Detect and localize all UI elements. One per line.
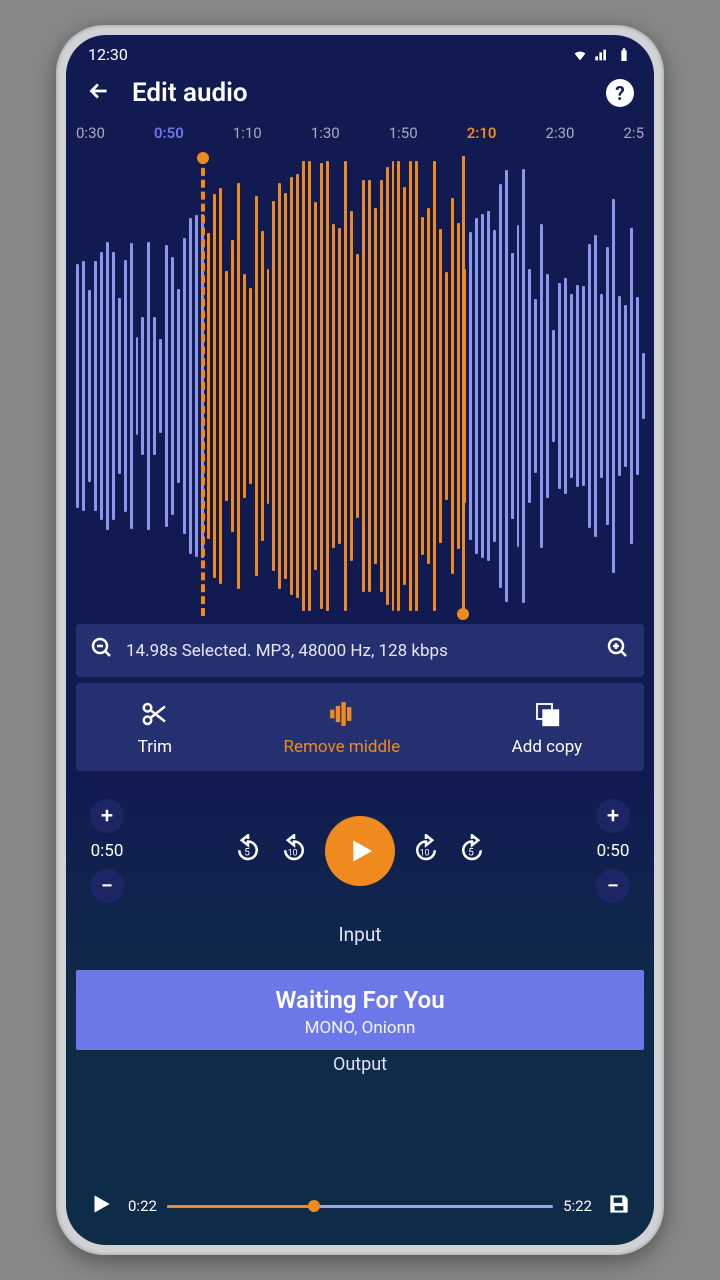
transport-controls: 5 10 10 5 [233, 816, 487, 886]
timeline-tick: 2:30 [546, 124, 575, 142]
output-player-bar: 0:22 5:22 [66, 1181, 654, 1245]
left-minus-button[interactable]: − [90, 869, 124, 903]
output-play-button[interactable] [88, 1191, 114, 1221]
zoom-out-icon [90, 636, 114, 660]
rewind-5-button[interactable]: 5 [233, 834, 263, 868]
save-button[interactable] [606, 1191, 632, 1221]
left-step-time: 0:50 [91, 841, 124, 861]
remove-middle-button[interactable]: Remove middle [284, 699, 401, 757]
page-title: Edit audio [132, 78, 586, 108]
wifi-icon [572, 47, 588, 63]
selection-info-text: 14.98s Selected. MP3, 48000 Hz, 128 kbps [126, 641, 594, 661]
status-clock: 12:30 [88, 45, 128, 64]
timeline-tick: 2:5 [624, 124, 645, 142]
scissors-icon [140, 699, 170, 729]
left-plus-button[interactable]: + [90, 799, 124, 833]
help-icon: ? [615, 82, 624, 105]
selection-start-marker[interactable] [201, 156, 205, 616]
selection-end-marker[interactable] [462, 156, 465, 616]
add-copy-label: Add copy [512, 737, 583, 757]
edit-action-bar: Trim Remove middle Add copy [76, 683, 644, 771]
trim-button[interactable]: Trim [138, 699, 172, 757]
progress-wrap: 0:22 5:22 [128, 1197, 592, 1215]
battery-icon [616, 47, 632, 63]
status-icons [572, 47, 632, 63]
right-step-column: + 0:50 − [596, 799, 630, 903]
timeline-tick: 0:50 [154, 124, 184, 142]
arrow-left-icon [86, 78, 112, 104]
player-controls: + 0:50 − 5 10 10 5 [66, 771, 654, 919]
device-frame: 12:30 Edit audio ? 0:30 0:50 1:10 1:30 1:50 2… [56, 25, 664, 1255]
track-artist: MONO, Onionn [88, 1018, 632, 1038]
play-icon [344, 835, 376, 867]
forward-5-icon: 5 [457, 834, 487, 864]
timeline-tick: 1:10 [233, 124, 262, 142]
help-button[interactable]: ? [606, 79, 634, 107]
right-plus-button[interactable]: + [596, 799, 630, 833]
progress-duration: 5:22 [563, 1197, 592, 1215]
timeline-tick: 2:10 [467, 124, 497, 142]
play-icon [88, 1191, 114, 1217]
app-header: Edit audio ? [66, 70, 654, 120]
progress-current: 0:22 [128, 1197, 157, 1215]
timeline-tick: 1:30 [311, 124, 340, 142]
remove-middle-label: Remove middle [284, 737, 401, 757]
svg-text:5: 5 [244, 847, 250, 858]
waveform-icon [327, 699, 357, 729]
zoom-in-button[interactable] [606, 636, 630, 665]
left-step-column: + 0:50 − [90, 799, 124, 903]
svg-text:5: 5 [468, 847, 474, 858]
status-bar: 12:30 [66, 35, 654, 70]
timeline-tick: 0:30 [76, 124, 105, 142]
rewind-10-icon: 10 [279, 834, 309, 864]
right-minus-button[interactable]: − [596, 869, 630, 903]
zoom-out-button[interactable] [90, 636, 114, 665]
signal-icon [594, 47, 610, 63]
play-button[interactable] [325, 816, 395, 886]
input-label: Input [66, 923, 654, 946]
save-icon [606, 1191, 632, 1217]
waveform-display[interactable] [76, 156, 644, 616]
add-copy-button[interactable]: Add copy [512, 699, 583, 757]
timeline-tick: 1:50 [389, 124, 418, 142]
svg-text:10: 10 [420, 848, 430, 858]
svg-text:10: 10 [288, 848, 298, 858]
right-step-time: 0:50 [597, 841, 630, 861]
zoom-in-icon [606, 636, 630, 660]
forward-10-button[interactable]: 10 [411, 834, 441, 868]
selection-info-bar: 14.98s Selected. MP3, 48000 Hz, 128 kbps [76, 624, 644, 677]
back-button[interactable] [86, 78, 112, 108]
now-playing-card[interactable]: Waiting For You MONO, Onionn [76, 970, 644, 1050]
forward-5-button[interactable]: 5 [457, 834, 487, 868]
copy-icon [532, 699, 562, 729]
rewind-10-button[interactable]: 10 [279, 834, 309, 868]
forward-10-icon: 10 [411, 834, 441, 864]
progress-slider[interactable] [167, 1205, 553, 1208]
output-label: Output [66, 1054, 654, 1075]
rewind-5-icon: 5 [233, 834, 263, 864]
timeline-ticks: 0:30 0:50 1:10 1:30 1:50 2:10 2:30 2:5 [66, 120, 654, 152]
track-title: Waiting For You [88, 986, 632, 1014]
app-screen: 12:30 Edit audio ? 0:30 0:50 1:10 1:30 1:50 2… [66, 35, 654, 1245]
trim-label: Trim [138, 737, 172, 757]
